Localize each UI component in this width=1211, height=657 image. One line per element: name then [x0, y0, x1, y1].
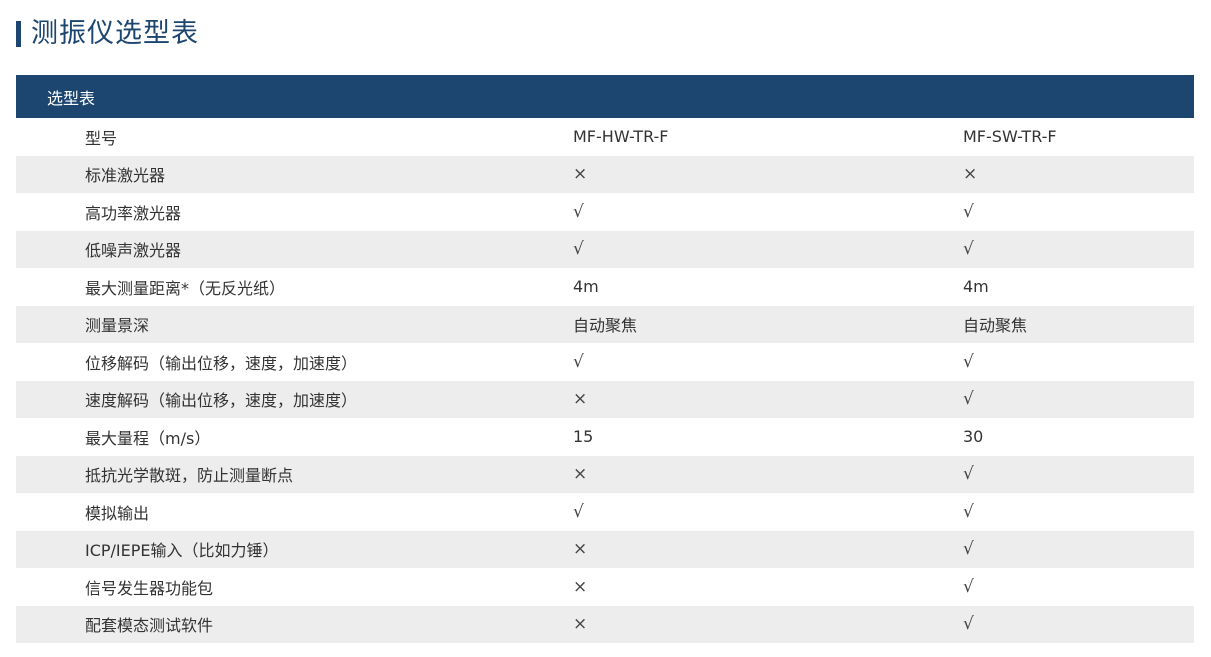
row-label: 速度解码（输出位移，速度，加速度）: [85, 391, 358, 411]
table-row: 模拟输出 √ √: [16, 493, 1194, 531]
cell-model-sw: √: [963, 239, 974, 260]
cell-model-hw: √: [573, 501, 584, 522]
title-accent-bar: [16, 21, 21, 47]
row-label: 高功率激光器: [85, 203, 182, 223]
cell-model-sw: MF-SW-TR-F: [963, 127, 1057, 147]
page-title: 测振仪选型表: [16, 16, 199, 52]
table-row: 标准激光器 × ×: [16, 155, 1194, 193]
row-label: 型号: [85, 128, 118, 148]
cell-model-sw: 自动聚焦: [963, 316, 1028, 336]
cell-model-sw: √: [963, 389, 974, 410]
row-label: 标准激光器: [85, 166, 166, 186]
table-row: 测量景深 自动聚焦 自动聚焦: [16, 305, 1194, 343]
row-label: 抵抗光学散斑，防止测量断点: [85, 466, 294, 486]
row-label: ICP/IEPE输入（比如力锤）: [85, 541, 279, 561]
cell-model-sw: √: [963, 539, 974, 560]
row-label: 配套模态测试软件: [85, 616, 214, 636]
cell-model-hw: ×: [573, 539, 588, 560]
cell-model-sw: √: [963, 576, 974, 597]
table-row: 信号发生器功能包 × √: [16, 568, 1194, 606]
cell-model-hw: ×: [573, 614, 588, 635]
cell-model-hw: √: [573, 201, 584, 222]
cell-model-sw: 30: [963, 427, 984, 447]
row-label: 最大量程（m/s）: [85, 428, 211, 448]
cell-model-hw: MF-HW-TR-F: [573, 127, 669, 147]
cell-model-hw: √: [573, 351, 584, 372]
table-row: 低噪声激光器 √ √: [16, 230, 1194, 268]
cell-model-hw: ×: [573, 464, 588, 485]
cell-model-hw: 15: [573, 427, 594, 447]
cell-model-sw: √: [963, 464, 974, 485]
table-row: ICP/IEPE输入（比如力锤） × √: [16, 530, 1194, 568]
cell-model-hw: √: [573, 239, 584, 260]
row-label: 信号发生器功能包: [85, 578, 214, 598]
row-label: 测量景深: [85, 316, 150, 336]
row-label: 低噪声激光器: [85, 241, 182, 261]
row-label: 位移解码（输出位移，速度，加速度）: [85, 353, 358, 373]
cell-model-sw: √: [963, 501, 974, 522]
cell-model-hw: ×: [573, 164, 588, 185]
cell-model-sw: ×: [963, 164, 978, 185]
table-row: 抵抗光学散斑，防止测量断点 × √: [16, 455, 1194, 493]
page-title-text: 测振仪选型表: [31, 18, 199, 49]
cell-model-sw: √: [963, 201, 974, 222]
table-row: 位移解码（输出位移，速度，加速度） √ √: [16, 343, 1194, 381]
table-header-label: 选型表: [47, 88, 96, 108]
cell-model-hw: ×: [573, 389, 588, 410]
table-row: 速度解码（输出位移，速度，加速度） × √: [16, 380, 1194, 418]
table-body: 型号 MF-HW-TR-F MF-SW-TR-F 标准激光器 × × 高功率激光…: [16, 118, 1194, 643]
table-row: 配套模态测试软件 × √: [16, 605, 1194, 643]
cell-model-sw: √: [963, 614, 974, 635]
table-row: 最大测量距离*（无反光纸） 4m 4m: [16, 268, 1194, 306]
cell-model-sw: √: [963, 351, 974, 372]
row-label: 最大测量距离*（无反光纸）: [85, 278, 286, 298]
selection-table: 选型表 型号 MF-HW-TR-F MF-SW-TR-F 标准激光器 × × 高…: [16, 75, 1194, 643]
table-header: 选型表: [16, 75, 1194, 118]
cell-model-hw: ×: [573, 576, 588, 597]
cell-model-hw: 4m: [573, 277, 599, 297]
table-row: 型号 MF-HW-TR-F MF-SW-TR-F: [16, 118, 1194, 156]
cell-model-sw: 4m: [963, 277, 989, 297]
cell-model-hw: 自动聚焦: [573, 316, 638, 336]
table-row: 最大量程（m/s） 15 30: [16, 418, 1194, 456]
table-row: 高功率激光器 √ √: [16, 193, 1194, 231]
row-label: 模拟输出: [85, 503, 150, 523]
